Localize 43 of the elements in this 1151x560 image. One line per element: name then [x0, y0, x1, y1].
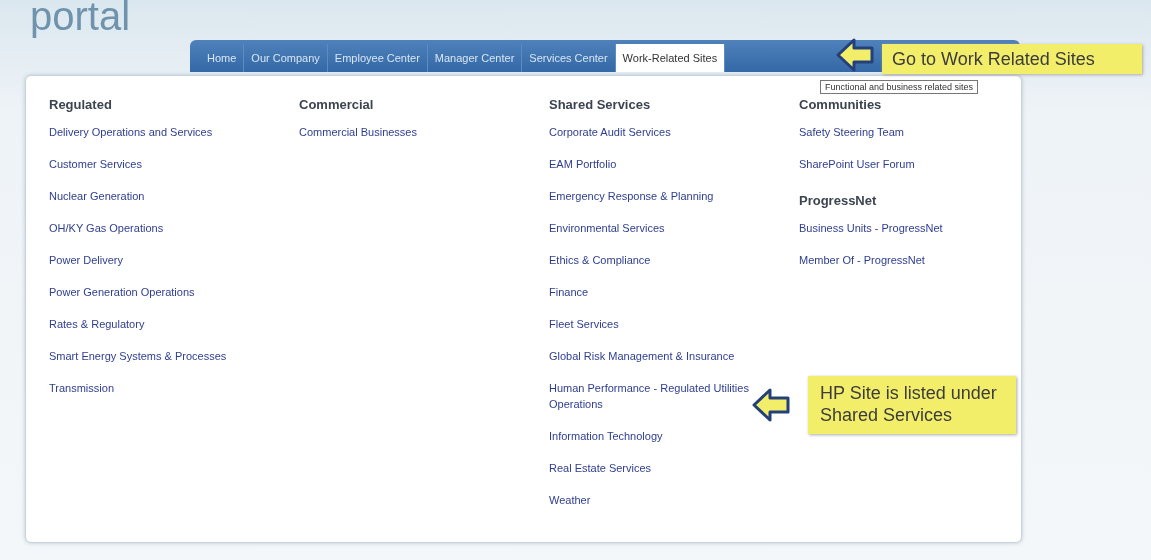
nav-tab[interactable]: Manager Center [427, 44, 523, 72]
site-link[interactable]: Corporate Audit Services [549, 124, 749, 140]
nav-tab[interactable]: Employee Center [327, 44, 428, 72]
arrow-icon [752, 388, 790, 422]
site-link[interactable]: Emergency Response & Planning [549, 188, 749, 204]
site-link[interactable]: Environmental Services [549, 220, 749, 236]
site-link[interactable]: Global Risk Management & Insurance [549, 348, 749, 364]
site-link[interactable]: Real Estate Services [549, 460, 749, 476]
group-heading: Communities [799, 95, 883, 114]
nav-tab[interactable]: Home [200, 44, 245, 72]
site-link[interactable]: Commercial Businesses [299, 124, 499, 140]
site-link[interactable]: Fleet Services [549, 316, 749, 332]
group-heading: ProgressNet [799, 191, 878, 210]
site-link[interactable]: Transmission [49, 380, 249, 396]
site-link[interactable]: Rates & Regulatory [49, 316, 249, 332]
nav-tab[interactable]: Services Center [522, 44, 616, 72]
arrow-icon [836, 38, 874, 72]
site-link[interactable]: Business Units - ProgressNet [799, 220, 999, 236]
site-link[interactable]: Weather [549, 492, 749, 508]
site-link[interactable]: Safety Steering Team [799, 124, 999, 140]
site-link[interactable]: EAM Portfolio [549, 156, 749, 172]
site-link[interactable]: OH/KY Gas Operations [49, 220, 249, 236]
portal-logo: portal [30, 0, 132, 36]
group-heading: Commercial [299, 95, 375, 114]
site-link[interactable]: Delivery Operations and Services [49, 124, 249, 140]
callout-note: Go to Work Related Sites [882, 44, 1142, 74]
group-heading: Regulated [49, 95, 113, 114]
site-link[interactable]: Power Generation Operations [49, 284, 249, 300]
site-link[interactable]: Ethics & Compliance [549, 252, 749, 268]
site-link[interactable]: Smart Energy Systems & Processes [49, 348, 249, 364]
site-link[interactable]: Nuclear Generation [49, 188, 249, 204]
nav-tab[interactable]: Work-Related Sites [615, 44, 726, 72]
nav-tab[interactable]: Our Company [244, 44, 328, 72]
tooltip: Functional and business related sites [820, 80, 979, 94]
group-heading: Shared Services [549, 95, 652, 114]
site-link[interactable]: SharePoint User Forum [799, 156, 999, 172]
site-link[interactable]: Member Of - ProgressNet [799, 252, 999, 268]
site-link[interactable]: Customer Services [49, 156, 249, 172]
site-link[interactable]: Finance [549, 284, 749, 300]
callout-note: HP Site is listed under Shared Services [808, 376, 1016, 434]
site-link[interactable]: Human Performance - Regulated Utilities Operations [549, 380, 749, 412]
site-link[interactable]: Power Delivery [49, 252, 249, 268]
site-link[interactable]: Information Technology [549, 428, 749, 444]
